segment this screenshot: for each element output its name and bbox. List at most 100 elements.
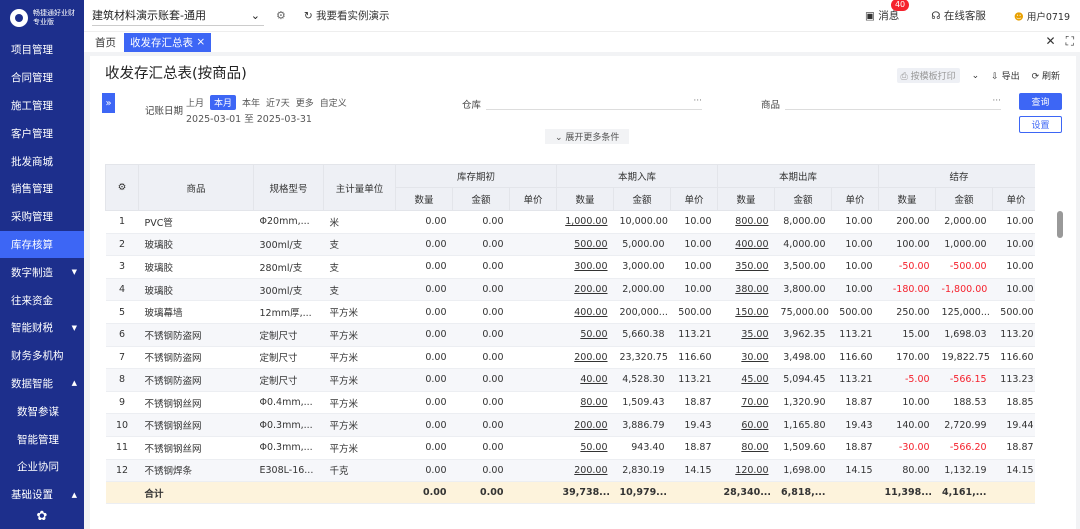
table-row[interactable]: 7 不锈钢防盗网 定制尺寸 平方米 0.00 0.00 200.00 23,320.75 116… [105, 346, 1035, 370]
sidebar-item[interactable]: 数据智能 ▲ [0, 370, 84, 398]
summary-table: ⚙ 商品 规格型号 主计量单位 库存期初 本期入库 本期出库 结存 数量 金额 单价… [105, 164, 1035, 510]
query-button[interactable]: 查询 [1019, 93, 1062, 110]
sidebar-item[interactable]: 项目管理 [0, 36, 84, 64]
cell-out[interactable]: 350.00 [717, 255, 775, 279]
sidebar-item[interactable]: 库存核算 [0, 230, 84, 259]
brand-logo[interactable]: 畅捷通好业财 专业版 [0, 0, 84, 36]
print-menu-chevron-icon[interactable]: ⌄ [972, 71, 980, 81]
expand-filters-icon[interactable]: » [102, 93, 115, 113]
sidebar-item[interactable]: 企业协同 [0, 453, 84, 481]
close-tab-icon[interactable]: × [196, 36, 205, 48]
table-row[interactable]: 3 玻璃胶 280ml/支支 0.00 0.00 300.00 3,000.00 10.00 3… [105, 255, 1035, 279]
gear-icon[interactable]: ✿ [0, 509, 84, 524]
export-button[interactable]: ⇩ 导出 [991, 69, 1019, 82]
sidebar-item[interactable]: 施工管理 [0, 92, 84, 120]
cell-open: 0.00 [395, 278, 453, 302]
product-input[interactable]: ··· [785, 96, 1001, 110]
tab-home[interactable]: 首页 [95, 33, 116, 52]
cell-in[interactable]: 500.00 [556, 233, 614, 257]
table-row[interactable]: 12 不锈钢焊条 E308L-16... 千克 0.00 0.00 200.00 2,830.… [105, 459, 1035, 483]
more-conditions-toggle[interactable]: ⌄ 展开更多条件 [545, 129, 630, 144]
group-balance: 结存 [878, 164, 1035, 188]
cell-bal: 2,720.99 [935, 413, 993, 437]
cell-in[interactable]: 200.00 [556, 413, 614, 437]
cell-bal: 1,000.00 [935, 233, 993, 257]
cell-in[interactable]: 1,000.00 [556, 210, 614, 234]
table-row[interactable]: 2 玻璃胶 300ml/支支 0.00 0.00 500.00 5,000.00 10.00 4… [105, 233, 1035, 257]
cell-out[interactable]: 150.00 [717, 300, 775, 324]
sidebar-item[interactable]: 数字制造 ▼ [0, 258, 84, 286]
cell-in[interactable]: 50.00 [556, 436, 614, 460]
warehouse-input[interactable]: ··· [486, 96, 702, 110]
sidebar-item[interactable]: 智能管理 [0, 425, 84, 453]
period-option[interactable]: 上月 [186, 96, 204, 109]
cell-out[interactable]: 30.00 [717, 346, 775, 370]
user-menu[interactable]: ☻ 用户0719 [1014, 9, 1070, 23]
sidebar-item[interactable]: 采购管理 [0, 203, 84, 231]
period-option[interactable]: 本月 [210, 95, 237, 110]
col-product[interactable]: 商品 [138, 164, 254, 211]
period-option[interactable]: 近7天 [266, 96, 290, 109]
cell-in: 10,000.00 [613, 210, 671, 234]
cell-in[interactable]: 200.00 [556, 278, 614, 302]
sidebar-item[interactable]: 合同管理 [0, 64, 84, 92]
cell-in[interactable]: 400.00 [556, 300, 614, 324]
cell-out[interactable]: 35.00 [717, 323, 775, 347]
tab-current[interactable]: 收发存汇总表 × [124, 32, 212, 52]
cell-open [509, 368, 557, 392]
period-option[interactable]: 更多 [296, 96, 314, 109]
table-row[interactable]: 5 玻璃幕墙 12mm厚,... 平方米 0.00 0.00 400.00 200,000..… [105, 300, 1035, 324]
sidebar-item[interactable]: 批发商城 [0, 147, 84, 175]
sidebar-item[interactable]: 往来资金 [0, 286, 84, 314]
cell-in[interactable]: 200.00 [556, 459, 614, 483]
settings-button[interactable]: 设置 [1019, 116, 1062, 133]
table-row[interactable]: 9 不锈钢钢丝网 Φ0.4mm,... 平方米 0.00 0.00 80.00 1,509.4… [105, 391, 1035, 415]
messages-button[interactable]: ▣ 消息 40 [865, 0, 910, 23]
fullscreen-icon[interactable]: ⛶ [1066, 34, 1074, 49]
table-row[interactable]: 1 PVC管 Φ20mm,... 米 0.00 0.00 1,000.00 10,000.00… [105, 210, 1035, 234]
table-row[interactable]: 11 不锈钢钢丝网 Φ0.3mm,... 平方米 0.00 0.00 50.00 943.40… [105, 436, 1035, 460]
cell-in[interactable]: 300.00 [556, 255, 614, 279]
cell-out[interactable]: 380.00 [717, 278, 775, 302]
print-button[interactable]: ⎙ 按模板打印 [896, 68, 960, 83]
cell-out[interactable]: 400.00 [717, 233, 775, 257]
settings-gear-icon[interactable]: ⚙ [276, 9, 286, 22]
cell-out[interactable]: 45.00 [717, 368, 775, 392]
top-bar: 建筑材料演示账套-通用 ⌄ ⚙ ↻ 我要看实例演示 ▣ 消息 40 ☊ 在线客服 … [84, 0, 1080, 31]
cell-in[interactable]: 40.00 [556, 368, 614, 392]
cell-out[interactable]: 800.00 [717, 210, 775, 234]
cell-out: 19.43 [831, 413, 879, 437]
account-book-select[interactable]: 建筑材料演示账套-通用 ⌄ [92, 6, 264, 26]
cell-out[interactable]: 60.00 [717, 413, 775, 437]
sidebar-item[interactable]: 销售管理 [0, 175, 84, 203]
col-spec[interactable]: 规格型号 [253, 164, 324, 211]
sidebar-item[interactable]: 数智参谋 [0, 397, 84, 425]
cell-product: 不锈钢防盗网 [138, 368, 254, 392]
table-scrollbar[interactable] [1057, 211, 1063, 238]
cell-in[interactable]: 50.00 [556, 323, 614, 347]
close-icon[interactable]: ✕ [1046, 34, 1056, 49]
sidebar-item[interactable]: 智能财税 ▼ [0, 314, 84, 342]
sidebar-item[interactable]: 财务多机构 [0, 342, 84, 370]
table-row[interactable]: 6 不锈钢防盗网 定制尺寸 平方米 0.00 0.00 50.00 5,660.38 113.2… [105, 323, 1035, 347]
sidebar-item[interactable]: 基础设置 ▲ [0, 481, 84, 509]
period-option[interactable]: 本年 [242, 96, 260, 109]
cell-bal: 170.00 [878, 346, 936, 370]
demo-link[interactable]: ↻ 我要看实例演示 [304, 8, 390, 23]
date-range[interactable]: 2025-03-01 至 2025-03-31 [186, 111, 312, 125]
online-service-button[interactable]: ☊ 在线客服 [931, 8, 986, 23]
cell-out[interactable]: 120.00 [717, 459, 775, 483]
col-unit[interactable]: 主计量单位 [323, 164, 396, 211]
period-option[interactable]: 自定义 [320, 96, 347, 109]
cell-out[interactable]: 80.00 [717, 436, 775, 460]
table-row[interactable]: 10 不锈钢钢丝网 Φ0.3mm,... 平方米 0.00 0.00 200.00 3,886… [105, 413, 1035, 437]
cell-in[interactable]: 200.00 [556, 346, 614, 370]
cell-out[interactable]: 70.00 [717, 391, 775, 415]
column-settings-icon[interactable]: ⚙ [105, 164, 139, 211]
sidebar-item[interactable]: 客户管理 [0, 119, 84, 147]
sidebar-item-label: 往来资金 [11, 294, 53, 307]
refresh-button[interactable]: ⟳ 刷新 [1032, 69, 1060, 82]
cell-in[interactable]: 80.00 [556, 391, 614, 415]
table-row[interactable]: 4 玻璃胶 300ml/支支 0.00 0.00 200.00 2,000.00 10.00 3… [105, 278, 1035, 302]
table-row[interactable]: 8 不锈钢防盗网 定制尺寸 平方米 0.00 0.00 40.00 4,528.30 113.2… [105, 368, 1035, 392]
